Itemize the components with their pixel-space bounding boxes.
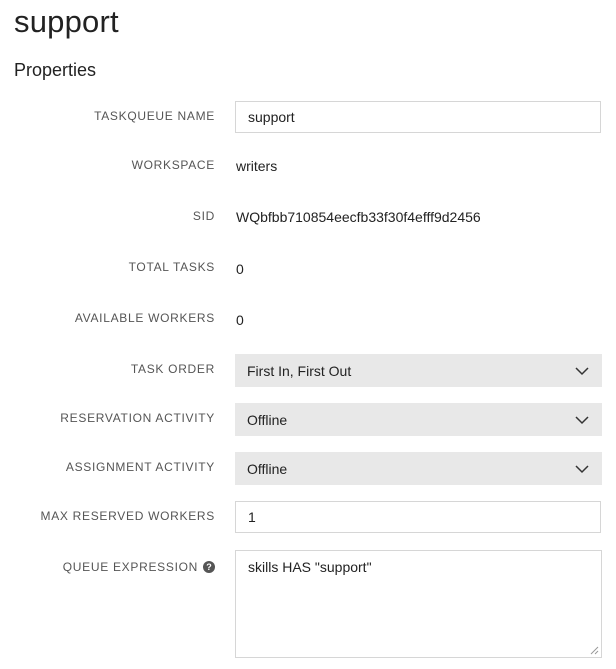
max-reserved-workers-value: 1 (248, 509, 256, 525)
resize-grip-icon[interactable] (589, 645, 599, 655)
chevron-down-icon (575, 464, 589, 473)
assignment-activity-value: Offline (247, 460, 288, 477)
taskqueue-name-input[interactable]: support (235, 101, 601, 133)
sid-value: WQbfbb710854eecfb33f30f4efff9d2456 (236, 209, 481, 225)
question-circle-icon[interactable]: ? (203, 561, 215, 573)
task-order-label: TASK ORDER (130, 362, 215, 376)
assignment-activity-label: ASSIGNMENT ACTIVITY (65, 460, 215, 474)
queue-expression-value: skills HAS "support" (248, 559, 372, 575)
total-tasks-label: TOTAL TASKS (128, 260, 215, 274)
section-title: Properties (14, 60, 97, 80)
sid-label: SID (192, 209, 215, 223)
max-reserved-workers-label: MAX RESERVED WORKERS (40, 509, 215, 523)
available-workers-label: AVAILABLE WORKERS (74, 311, 215, 325)
assignment-activity-select[interactable]: Offline (235, 452, 602, 485)
reservation-activity-label: RESERVATION ACTIVITY (60, 411, 215, 425)
reservation-activity-select[interactable]: Offline (235, 403, 602, 436)
chevron-down-icon (575, 415, 589, 424)
workspace-value: writers (236, 158, 278, 174)
queue-expression-textarea[interactable]: skills HAS "support" (235, 550, 602, 658)
max-reserved-workers-input[interactable]: 1 (235, 501, 601, 533)
total-tasks-value: 0 (236, 261, 244, 277)
reservation-activity-value: Offline (247, 411, 288, 428)
available-workers-value: 0 (236, 312, 244, 328)
task-order-select[interactable]: First In, First Out (235, 354, 602, 387)
queue-expression-label-group: QUEUE EXPRESSION ? (63, 560, 215, 574)
chevron-down-icon (575, 366, 589, 375)
task-order-value: First In, First Out (247, 362, 352, 379)
taskqueue-name-label: TASKQUEUE NAME (94, 109, 215, 123)
taskqueue-name-value: support (248, 109, 295, 125)
workspace-label: WORKSPACE (131, 158, 215, 172)
queue-expression-label: QUEUE EXPRESSION (62, 560, 198, 574)
page-title: support (14, 4, 119, 39)
